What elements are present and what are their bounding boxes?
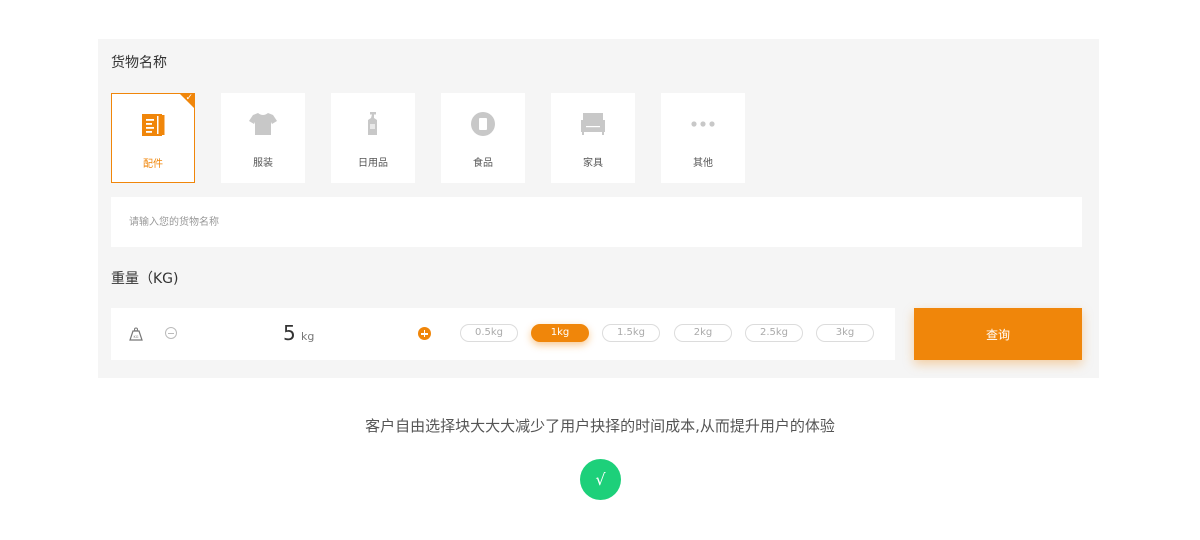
weight-icon: KG <box>129 326 143 341</box>
decrease-weight-button[interactable] <box>165 327 177 339</box>
weight-value: 5 <box>283 321 296 345</box>
increase-weight-button[interactable] <box>418 327 431 340</box>
weight-preset-0.5kg[interactable]: 0.5kg <box>460 324 518 342</box>
caption-text: 客户自由选择块大大大减少了用户抉择的时间成本,从而提升用户的体验 <box>365 417 835 435</box>
notebook-icon <box>112 112 194 138</box>
weight-preset-1kg[interactable]: 1kg <box>531 324 589 342</box>
category-label: 配件 <box>143 159 163 170</box>
armchair-icon <box>551 111 635 137</box>
weight-preset-1.5kg[interactable]: 1.5kg <box>602 324 660 342</box>
weight-title: 重量（KG) <box>111 271 179 287</box>
svg-text:KG: KG <box>133 335 138 339</box>
spray-bottle-icon <box>331 111 415 137</box>
check-circle-icon: √ <box>580 459 621 500</box>
food-icon <box>441 111 525 137</box>
category-label: 日用品 <box>358 158 388 169</box>
query-button[interactable]: 查询 <box>914 308 1082 360</box>
goods-name-input[interactable] <box>111 197 1082 247</box>
more-dots-icon <box>661 111 745 137</box>
goods-name-title: 货物名称 <box>111 55 167 71</box>
category-label: 服装 <box>253 158 273 169</box>
category-accessories[interactable]: ✓ 配件 <box>111 93 195 183</box>
category-furniture[interactable]: 家具 <box>551 93 635 183</box>
category-label: 食品 <box>473 158 493 169</box>
category-clothing[interactable]: 服装 <box>221 93 305 183</box>
weight-preset-3kg[interactable]: 3kg <box>816 324 874 342</box>
tshirt-icon <box>221 111 305 137</box>
category-other[interactable]: 其他 <box>661 93 745 183</box>
weight-unit: kg <box>301 330 315 343</box>
weight-selector: KG 5 kg 0.5kg 1kg 1.5kg 2kg 2.5kg 3kg <box>111 308 895 360</box>
order-panel: 货物名称 ✓ 配件 服装 日用品 食品 家具 其他 请输入您的货物名称 重量（K… <box>98 39 1099 378</box>
category-label: 家具 <box>583 158 603 169</box>
category-daily-goods[interactable]: 日用品 <box>331 93 415 183</box>
category-label: 其他 <box>693 158 713 169</box>
category-food[interactable]: 食品 <box>441 93 525 183</box>
weight-preset-2.5kg[interactable]: 2.5kg <box>745 324 803 342</box>
weight-preset-2kg[interactable]: 2kg <box>674 324 732 342</box>
check-icon: ✓ <box>185 93 193 103</box>
